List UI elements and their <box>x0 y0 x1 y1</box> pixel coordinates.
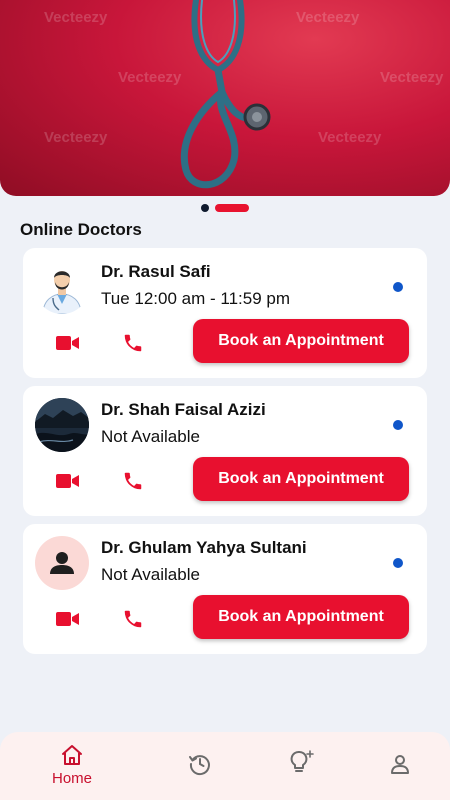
svg-text:Vecteezy: Vecteezy <box>380 69 444 86</box>
carousel-dot-active[interactable] <box>215 204 249 212</box>
video-call-button[interactable] <box>55 468 81 494</box>
nav-tips[interactable] <box>287 749 315 777</box>
doctor-avatar <box>35 536 89 590</box>
doctor-schedule: Tue 12:00 am - 11:59 pm <box>101 289 290 308</box>
phone-call-button[interactable] <box>120 468 146 494</box>
hero-banner: Vecteezy Vecteezy Vecteezy Vecteezy Vect… <box>0 0 450 196</box>
phone-icon <box>124 472 142 490</box>
profile-icon <box>391 755 409 774</box>
doctor-schedule: Not Available <box>101 427 200 446</box>
carousel-dot[interactable] <box>201 204 209 212</box>
doctor-name: Dr. Shah Faisal Azizi <box>101 400 266 419</box>
phone-call-button[interactable] <box>120 330 146 356</box>
video-call-button[interactable] <box>55 606 81 632</box>
lightbulb-icon <box>290 750 314 772</box>
phone-call-button[interactable] <box>120 606 146 632</box>
carousel-indicator[interactable] <box>0 204 450 212</box>
svg-text:Vecteezy: Vecteezy <box>318 129 382 146</box>
history-icon <box>189 755 210 776</box>
doctor-avatar <box>35 260 89 314</box>
phone-icon <box>124 334 142 352</box>
section-title: Online Doctors <box>20 220 142 239</box>
online-status-dot <box>393 282 403 292</box>
doctor-card[interactable]: Dr. Rasul Safi Tue 12:00 am - 11:59 pm B… <box>23 248 427 378</box>
bottom-navigation: Home <box>0 732 450 800</box>
svg-text:Vecteezy: Vecteezy <box>118 69 182 86</box>
doctor-name: Dr. Rasul Safi <box>101 262 211 281</box>
book-appointment-button[interactable]: Book an Appointment <box>193 595 409 639</box>
nav-history[interactable] <box>188 752 212 776</box>
svg-text:Vecteezy: Vecteezy <box>44 9 108 26</box>
doctor-schedule: Not Available <box>101 565 200 584</box>
video-call-button[interactable] <box>55 330 81 356</box>
doctor-avatar <box>35 398 89 452</box>
video-camera-icon <box>56 336 79 350</box>
doctor-card[interactable]: Dr. Ghulam Yahya Sultani Not Available B… <box>23 524 427 654</box>
online-status-dot <box>393 420 403 430</box>
doctor-name: Dr. Ghulam Yahya Sultani <box>101 538 307 557</box>
home-icon <box>62 745 82 765</box>
nav-home-label: Home <box>52 770 93 787</box>
online-status-dot <box>393 558 403 568</box>
book-appointment-button[interactable]: Book an Appointment <box>193 319 409 363</box>
nav-home[interactable]: Home <box>52 744 92 787</box>
nav-profile[interactable] <box>388 752 412 776</box>
person-placeholder-icon <box>35 536 89 590</box>
phone-icon <box>124 610 142 628</box>
video-camera-icon <box>56 612 79 626</box>
stethoscope-image: Vecteezy Vecteezy Vecteezy Vecteezy Vect… <box>44 0 444 189</box>
svg-text:Vecteezy: Vecteezy <box>44 129 108 146</box>
video-camera-icon <box>56 474 79 488</box>
doctor-card[interactable]: Dr. Shah Faisal Azizi Not Available Book… <box>23 386 427 516</box>
book-appointment-button[interactable]: Book an Appointment <box>193 457 409 501</box>
svg-text:Vecteezy: Vecteezy <box>296 9 360 26</box>
